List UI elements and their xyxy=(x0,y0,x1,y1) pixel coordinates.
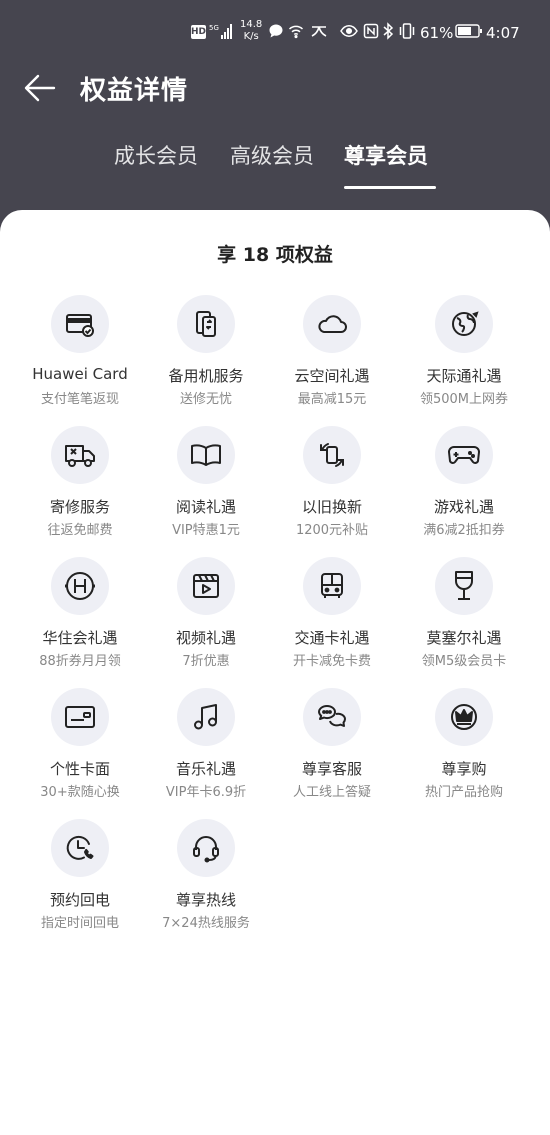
benefit-video[interactable]: 视频礼遇 7折优惠 xyxy=(140,557,272,677)
benefit-name: 寄修服务 xyxy=(49,498,110,516)
benefit-desc: VIP年卡6.9折 xyxy=(165,785,247,800)
globe-icon xyxy=(435,295,493,353)
bus-icon xyxy=(303,557,361,615)
tab-premium-member[interactable]: 高级会员 xyxy=(230,140,314,170)
benefit-desc: 支付笔笔返现 xyxy=(40,392,119,407)
benefit-name: 视频礼遇 xyxy=(175,629,236,647)
benefit-name: 预约回电 xyxy=(49,891,110,909)
benefit-desc: 领500M上网券 xyxy=(419,392,509,407)
benefit-name: 莫塞尔礼遇 xyxy=(426,629,502,647)
music-icon xyxy=(177,688,235,746)
benefit-desc: 开卡减免卡费 xyxy=(292,654,371,669)
benefit-skytone[interactable]: 天际通礼遇 领500M上网券 xyxy=(398,295,530,415)
benefit-desc: 领M5级会员卡 xyxy=(421,654,507,669)
wine-icon xyxy=(435,557,493,615)
benefit-desc: 指定时间回电 xyxy=(40,916,119,931)
crown-icon xyxy=(435,688,493,746)
header: HD 5G 14.8 K/s 61% 4:07 权益详情 成长会员 高级会员 尊… xyxy=(0,0,550,240)
benefit-transit-card[interactable]: 交通卡礼遇 开卡减免卡费 xyxy=(266,557,398,677)
benefit-name: 尊享热线 xyxy=(175,891,236,909)
benefits-card: 享 18 项权益 Huawei Card 支付笔笔返现 备用机服务 送修无忧 云… xyxy=(0,210,550,1135)
benefit-mail-repair[interactable]: 寄修服务 往返免邮费 xyxy=(14,426,146,546)
benefit-cloud-space[interactable]: 云空间礼遇 最高减15元 xyxy=(266,295,398,415)
benefit-huawei-card[interactable]: Huawei Card 支付笔笔返现 xyxy=(14,295,146,415)
benefit-moselle[interactable]: 莫塞尔礼遇 领M5级会员卡 xyxy=(398,557,530,677)
benefits-title: 享 18 项权益 xyxy=(217,244,333,266)
benefit-name: 云空间礼遇 xyxy=(294,367,370,385)
benefit-desc: 7×24热线服务 xyxy=(162,916,250,931)
benefit-customer-service[interactable]: 尊享客服 人工线上答疑 xyxy=(266,688,398,808)
svg-text:5G: 5G xyxy=(209,24,219,32)
tab-exclusive-member[interactable]: 尊享会员 xyxy=(344,140,428,170)
benefit-name: 阅读礼遇 xyxy=(175,498,236,516)
benefit-name: Huawei Card xyxy=(32,365,128,383)
benefit-desc: 往返免邮费 xyxy=(47,523,113,538)
signal-icon: 5G xyxy=(209,22,235,40)
battery-icon xyxy=(455,22,483,40)
card-face-icon xyxy=(51,688,109,746)
chat-icon xyxy=(303,688,361,746)
hotel-icon xyxy=(51,557,109,615)
page-title: 权益详情 xyxy=(80,76,189,106)
benefit-desc: 1200元补贴 xyxy=(295,523,369,538)
card-icon xyxy=(51,295,109,353)
tier-tabs: 成长会员 高级会员 尊享会员 xyxy=(0,140,550,190)
benefit-exclusive-purchase[interactable]: 尊享购 热门产品抢购 xyxy=(398,688,530,808)
benefit-desc: 7折优惠 xyxy=(182,654,230,669)
benefit-desc: 30+款随心换 xyxy=(40,785,120,800)
headset-icon xyxy=(177,819,235,877)
arrow-left-icon xyxy=(24,74,56,102)
benefit-desc: 满6减2抵扣券 xyxy=(423,523,505,538)
benefit-name: 音乐礼遇 xyxy=(175,760,236,778)
book-icon xyxy=(177,426,235,484)
benefit-desc: 送修无忧 xyxy=(179,392,232,407)
benefit-card-face[interactable]: 个性卡面 30+款随心换 xyxy=(14,688,146,808)
app-notify-icon xyxy=(310,22,328,40)
cloud-icon xyxy=(303,295,361,353)
benefit-name: 尊享客服 xyxy=(301,760,362,778)
benefit-games[interactable]: 游戏礼遇 满6减2抵扣券 xyxy=(398,426,530,546)
benefit-name: 华住会礼遇 xyxy=(42,629,118,647)
benefit-desc: 88折券月月领 xyxy=(39,654,121,669)
benefit-desc: 人工线上答疑 xyxy=(292,785,371,800)
benefit-name: 天际通礼遇 xyxy=(426,367,502,385)
benefit-name: 个性卡面 xyxy=(49,760,110,778)
wifi-icon xyxy=(288,22,304,40)
status-bar: HD 5G 14.8 K/s 61% 4:07 xyxy=(0,18,550,48)
tab-active-indicator xyxy=(344,186,436,189)
top-bar: 权益详情 xyxy=(0,62,550,112)
phone-swap-icon xyxy=(177,295,235,353)
benefit-name: 游戏礼遇 xyxy=(433,498,494,516)
benefit-name: 备用机服务 xyxy=(168,367,244,385)
benefit-desc: 热门产品抢购 xyxy=(424,785,503,800)
tab-growth-member[interactable]: 成长会员 xyxy=(114,140,198,170)
video-icon xyxy=(177,557,235,615)
truck-icon xyxy=(51,426,109,484)
benefit-name: 交通卡礼遇 xyxy=(294,629,370,647)
bluetooth-icon xyxy=(382,22,394,40)
nfc-icon xyxy=(363,22,379,40)
battery-percent: 61% xyxy=(420,24,454,42)
benefit-trade-in[interactable]: 以旧换新 1200元补贴 xyxy=(266,426,398,546)
back-button[interactable] xyxy=(22,70,58,106)
benefit-hotline[interactable]: 尊享热线 7×24热线服务 xyxy=(140,819,272,939)
benefit-huazhu[interactable]: 华住会礼遇 88折券月月领 xyxy=(14,557,146,677)
benefit-callback[interactable]: 预约回电 指定时间回电 xyxy=(14,819,146,939)
benefit-name: 以旧换新 xyxy=(301,498,362,516)
eye-icon xyxy=(340,22,358,40)
benefit-name: 尊享购 xyxy=(441,760,487,778)
hd-badge: HD xyxy=(191,25,207,39)
message-icon xyxy=(268,22,284,40)
benefit-desc: 最高减15元 xyxy=(297,392,367,407)
net-speed: 14.8 K/s xyxy=(240,19,263,42)
benefit-desc: VIP特惠1元 xyxy=(172,523,240,538)
benefit-reading[interactable]: 阅读礼遇 VIP特惠1元 xyxy=(140,426,272,546)
benefit-spare-phone[interactable]: 备用机服务 送修无忧 xyxy=(140,295,272,415)
gamepad-icon xyxy=(435,426,493,484)
vibrate-icon xyxy=(398,22,416,40)
clock-phone-icon xyxy=(51,819,109,877)
trade-in-icon xyxy=(303,426,361,484)
benefit-music[interactable]: 音乐礼遇 VIP年卡6.9折 xyxy=(140,688,272,808)
clock: 4:07 xyxy=(486,24,520,42)
